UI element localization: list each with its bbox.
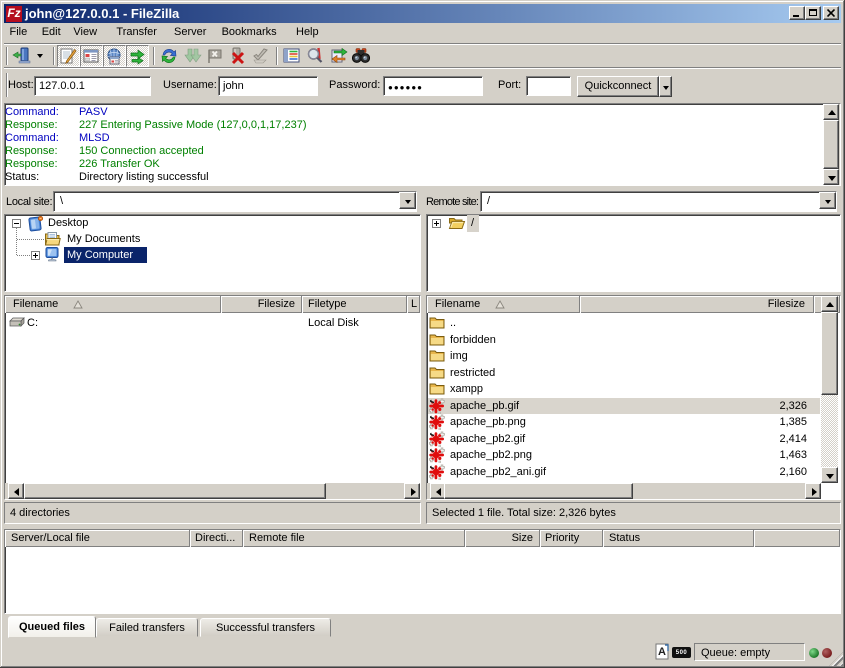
svg-text:A: A [658, 646, 666, 658]
